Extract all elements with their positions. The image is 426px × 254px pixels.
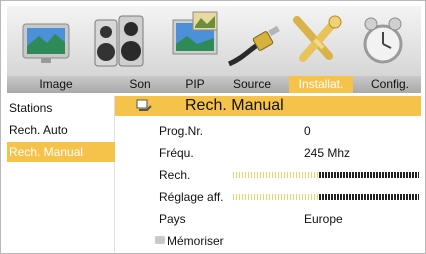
- panel-title: Rech. Manual: [185, 97, 284, 114]
- tv-screen-icon[interactable]: [17, 6, 73, 76]
- tools-icon[interactable]: [289, 6, 345, 76]
- save-icon: [155, 236, 165, 244]
- sidebar-item-stations[interactable]: Stations: [7, 98, 115, 118]
- tab-config[interactable]: Config.: [359, 76, 421, 93]
- menu-icon-strip: [7, 6, 421, 76]
- fine-tune-label: Réglage aff.: [159, 190, 224, 204]
- save-label: Mémoriser: [167, 234, 224, 248]
- sidebar-item-rech-manual[interactable]: Rech. Manual: [7, 142, 115, 162]
- fine-tune-bar-fill[interactable]: [319, 194, 419, 200]
- sidebar-item-rech-auto[interactable]: Rech. Auto: [7, 120, 115, 140]
- tv-osd-menu: Image Son PIP Source Installat. Config. …: [0, 0, 426, 254]
- manual-search-icon: [135, 98, 153, 114]
- tab-image[interactable]: Image: [7, 76, 105, 93]
- country-label: Pays: [159, 212, 186, 226]
- search-label: Rech.: [159, 168, 191, 182]
- tab-installation[interactable]: Installat.: [289, 76, 353, 93]
- prog-nr-label: Prog.Nr.: [159, 124, 204, 138]
- tab-source[interactable]: Source: [221, 76, 283, 93]
- prog-nr-value[interactable]: 0: [304, 123, 311, 139]
- top-tab-bar: Image Son PIP Source Installat. Config.: [7, 76, 421, 93]
- country-value[interactable]: Europe: [304, 211, 343, 227]
- search-level-bar-fill[interactable]: [319, 172, 419, 178]
- frequency-label: Fréqu.: [159, 146, 194, 160]
- installation-sidebar: Stations Rech. Auto Rech. Manual: [7, 96, 115, 252]
- save-button[interactable]: Mémoriser: [155, 233, 224, 249]
- source-cable-icon[interactable]: [225, 6, 285, 76]
- frequency-value[interactable]: 245 Mhz: [304, 145, 350, 161]
- panel-header: Rech. Manual: [115, 96, 421, 116]
- pip-windows-icon[interactable]: [167, 6, 223, 76]
- alarm-clock-icon[interactable]: [357, 6, 409, 76]
- tab-son[interactable]: Son: [117, 76, 163, 93]
- search-level-bar-empty: [233, 172, 319, 178]
- tab-pip[interactable]: PIP: [173, 76, 217, 93]
- fine-tune-bar-empty: [233, 194, 319, 200]
- speakers-icon[interactable]: [89, 6, 149, 76]
